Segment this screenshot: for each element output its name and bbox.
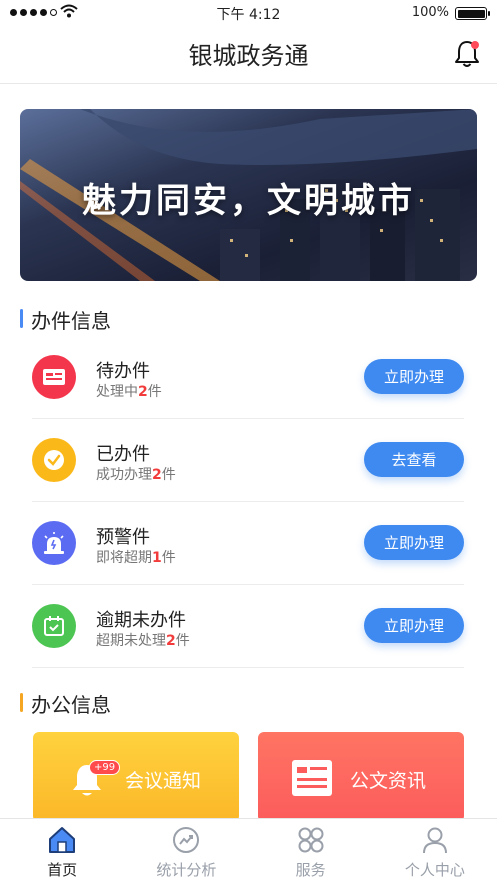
alarm-light-icon	[32, 521, 76, 565]
handle-now-button[interactable]: 立即办理	[364, 525, 464, 560]
banner-slogan: 魅力同安，文明城市	[82, 181, 415, 221]
task-count: 2	[138, 384, 148, 400]
meeting-notice-label: 会议通知	[125, 770, 202, 792]
person-icon	[422, 827, 447, 854]
tab-profile[interactable]: 个人中心	[373, 819, 497, 883]
tab-label: 个人中心	[404, 861, 465, 879]
task-name: 逾期未办件	[96, 610, 186, 631]
task-count: 2	[166, 633, 176, 649]
task-count: 2	[152, 467, 162, 483]
task-subtitle: 即将超期1件	[96, 550, 176, 566]
check-circle-icon	[32, 438, 76, 482]
handle-now-button[interactable]: 立即办理	[364, 608, 464, 643]
task-list: 待办件 处理中2件 立即办理 已办件 成功办理2件 去查看 预警件 即将超期1件…	[32, 336, 464, 668]
office-section-title: 办公信息	[20, 689, 111, 718]
page-title: 银城政务通	[188, 42, 309, 70]
tasks-section-title: 办件信息	[20, 305, 111, 334]
notification-button[interactable]	[451, 38, 483, 70]
task-row-pending: 待办件 处理中2件 立即办理	[32, 336, 464, 419]
id-card-icon	[32, 355, 76, 399]
battery-percent: 100%	[411, 5, 449, 20]
tab-label: 首页	[47, 861, 78, 879]
meeting-badge: +99	[89, 760, 121, 775]
task-subtitle: 成功办理2件	[96, 467, 176, 483]
tab-label: 服务	[295, 861, 326, 879]
document-icon	[292, 760, 332, 796]
tab-services[interactable]: 服务	[249, 819, 373, 883]
banner-image[interactable]: 魅力同安，文明城市	[20, 109, 477, 281]
document-news-label: 公文资讯	[350, 770, 427, 792]
task-name: 已办件	[96, 444, 150, 465]
handle-now-button[interactable]: 立即办理	[364, 359, 464, 394]
task-count: 1	[152, 550, 162, 566]
tab-statistics[interactable]: 统计分析	[124, 819, 248, 883]
chart-icon	[173, 827, 200, 853]
task-name: 预警件	[96, 527, 150, 548]
task-name: 待办件	[96, 361, 150, 382]
task-subtitle: 超期未处理2件	[96, 633, 190, 649]
task-subtitle: 处理中2件	[96, 384, 162, 400]
status-bar: 下午 4:12 100%	[0, 0, 497, 26]
calendar-check-icon	[32, 604, 76, 648]
home-icon	[49, 827, 76, 853]
task-row-done: 已办件 成功办理2件 去查看	[32, 419, 464, 502]
view-button[interactable]: 去查看	[364, 442, 464, 477]
battery-icon	[455, 7, 490, 20]
tab-bar: 首页 统计分析 服务 个人中心	[0, 818, 497, 883]
document-news-tile[interactable]: 公文资讯	[258, 732, 464, 822]
task-row-warning: 预警件 即将超期1件 立即办理	[32, 502, 464, 585]
office-tiles: +99 会议通知 公文资讯	[33, 732, 464, 822]
navbar: 银城政务通	[0, 26, 497, 84]
meeting-notice-tile[interactable]: +99 会议通知	[33, 732, 239, 822]
grid-icon	[298, 827, 324, 853]
task-row-overdue: 逾期未办件 超期未处理2件 立即办理	[32, 585, 464, 668]
tab-label: 统计分析	[156, 861, 217, 879]
tab-home[interactable]: 首页	[0, 819, 124, 883]
notification-dot	[471, 41, 479, 49]
